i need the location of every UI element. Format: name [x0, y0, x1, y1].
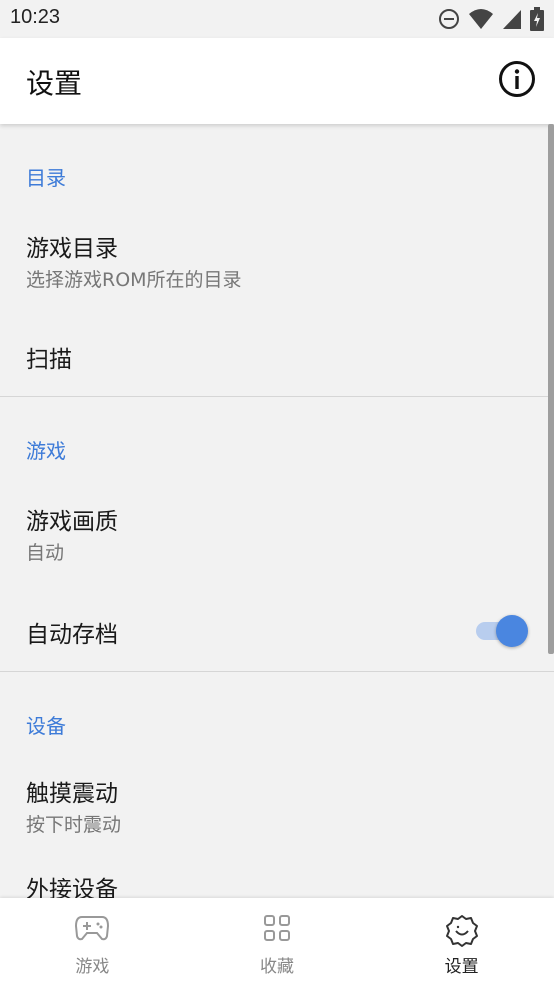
setting-title: 自动存档 [26, 622, 118, 648]
app-bar: 设置 [0, 38, 554, 124]
section-header-device: 设备 [0, 672, 554, 776]
setting-title: 游戏目录 [26, 236, 118, 262]
setting-subtitle: 自动 [26, 542, 65, 564]
setting-item-game-quality[interactable]: 游戏画质 自动 [0, 501, 554, 575]
nav-label: 设置 [444, 957, 479, 977]
grid-icon [264, 915, 290, 941]
nav-tab-games[interactable]: 游戏 [0, 898, 185, 985]
setting-subtitle: 选择游戏ROM所在的目录 [26, 269, 242, 291]
nav-label: 收藏 [260, 957, 294, 977]
section-header-directory: 目录 [0, 124, 554, 228]
status-time: 10:23 [10, 6, 61, 28]
setting-title: 游戏画质 [26, 509, 118, 535]
settings-icon [445, 915, 478, 947]
setting-title: 外接设备 [26, 877, 118, 898]
setting-item-game-directory[interactable]: 游戏目录 选择游戏ROM所在的目录 [0, 228, 554, 340]
setting-title: 触摸震动 [26, 781, 118, 807]
info-button[interactable] [498, 60, 536, 98]
signal-icon [503, 10, 521, 29]
status-icons [438, 7, 544, 31]
setting-title: 扫描 [26, 347, 72, 373]
setting-subtitle: 按下时震动 [26, 814, 122, 836]
toggle-thumb [496, 615, 528, 647]
gamepad-icon [75, 916, 110, 941]
nav-tab-settings[interactable]: 设置 [369, 898, 554, 985]
section-header-label: 设备 [26, 714, 66, 738]
setting-item-scan[interactable]: 扫描 [0, 340, 554, 396]
setting-item-external-device[interactable]: 外接设备 [0, 872, 554, 898]
setting-item-autosave[interactable]: 自动存档 [0, 575, 554, 671]
settings-list: 目录 游戏目录 选择游戏ROM所在的目录 扫描 游戏 游戏画质 自动 自动存档 … [0, 124, 554, 898]
section-header-label: 游戏 [26, 439, 66, 463]
info-icon [499, 61, 535, 97]
page-title: 设置 [26, 67, 83, 100]
do-not-disturb-icon [439, 9, 459, 29]
scrollbar[interactable] [548, 124, 554, 654]
autosave-toggle[interactable] [476, 615, 528, 647]
status-bar: 10:23 [0, 0, 554, 38]
section-header-game: 游戏 [0, 397, 554, 501]
nav-tab-favorites[interactable]: 收藏 [185, 898, 370, 985]
battery-charging-icon [530, 7, 544, 31]
wifi-icon [469, 9, 493, 29]
nav-label: 游戏 [75, 957, 110, 977]
bottom-navigation: 游戏 收藏 设置 [0, 898, 554, 985]
setting-item-touch-vibration[interactable]: 触摸震动 按下时震动 [0, 776, 554, 872]
section-header-label: 目录 [26, 166, 66, 190]
